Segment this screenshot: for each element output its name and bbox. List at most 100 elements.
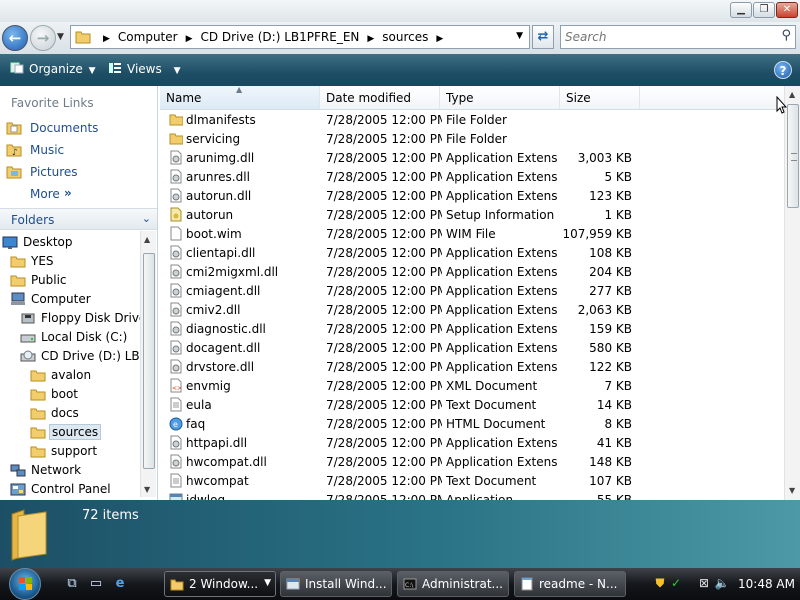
file-type: Application: [446, 493, 514, 500]
crumb-sources[interactable]: sources: [380, 30, 430, 44]
folders-header[interactable]: Folders ⌄: [0, 208, 157, 230]
table-row[interactable]: <> envmig 7/28/2005 12:00 PM XML Document 7 …: [160, 376, 784, 395]
table-row[interactable]: diagnostic.dll 7/28/2005 12:00 PM Applicat…: [160, 319, 784, 338]
folder-tree: Desktop YES Public Computer Floppy Disk …: [0, 231, 140, 497]
file-size: 41 KB: [596, 436, 632, 450]
dll-file-icon: [170, 340, 182, 355]
chevron-right-icon[interactable]: ▶: [180, 34, 199, 44]
svg-text:<>: <>: [172, 385, 182, 392]
table-row[interactable]: boot.wim 7/28/2005 12:00 PM WIM File 107,95…: [160, 224, 784, 243]
maximize-button[interactable]: ❐: [753, 2, 775, 18]
scroll-down-icon[interactable]: ▼: [789, 486, 795, 495]
help-button[interactable]: ?: [774, 61, 792, 79]
close-button[interactable]: ✕: [776, 2, 798, 18]
column-header-type[interactable]: Type: [440, 86, 560, 110]
favorite-music[interactable]: ♪ Music: [4, 140, 154, 160]
search-box[interactable]: ⚲: [560, 25, 796, 49]
column-header-name[interactable]: ▲ Name: [160, 86, 320, 110]
internet-explorer-icon[interactable]: e: [112, 576, 128, 592]
views-button[interactable]: Views ▼: [108, 62, 180, 76]
table-row[interactable]: autorun.dll 7/28/2005 12:00 PM Application…: [160, 186, 784, 205]
address-dropdown-icon[interactable]: ▼: [516, 31, 523, 41]
table-row[interactable]: hwcompat.dll 7/28/2005 12:00 PM Applicatio…: [160, 452, 784, 471]
notepad-icon: [521, 577, 533, 591]
chevron-right-icon[interactable]: ▶: [361, 34, 380, 44]
scroll-up-icon[interactable]: ▲: [144, 235, 150, 244]
table-row[interactable]: clientapi.dll 7/28/2005 12:00 PM Applicati…: [160, 243, 784, 262]
tree-label: avalon: [51, 368, 92, 382]
search-icon[interactable]: ⚲: [781, 28, 791, 43]
scroll-down-icon[interactable]: ▼: [144, 485, 150, 494]
taskbar-button-install[interactable]: Install Wind...: [280, 571, 392, 597]
clock[interactable]: 10:48 AM: [738, 577, 795, 591]
table-row[interactable]: servicing 7/28/2005 12:00 PM File Folder: [160, 129, 784, 148]
taskbar-button-administrator[interactable]: C:\ Administrat...: [397, 571, 509, 597]
switch-windows-icon[interactable]: ⧉: [64, 576, 80, 592]
start-button[interactable]: [9, 568, 41, 600]
table-row[interactable]: arunimg.dll 7/28/2005 12:00 PM Application…: [160, 148, 784, 167]
dll-file-icon: [170, 302, 182, 317]
file-size: 277 KB: [589, 284, 632, 298]
security-shield-icon[interactable]: ⛊: [652, 575, 668, 591]
taskbar-button-windows[interactable]: 2 Window... ▼: [164, 571, 276, 597]
file-list-scrollbar[interactable]: ▲ ▼: [784, 86, 800, 500]
table-row[interactable]: cmi2migxml.dll 7/28/2005 12:00 PM Applicat…: [160, 262, 784, 281]
search-input[interactable]: [565, 27, 765, 47]
scroll-thumb[interactable]: [787, 104, 799, 208]
chevron-right-icon[interactable]: ▶: [430, 34, 449, 44]
table-row[interactable]: dlmanifests 7/28/2005 12:00 PM File Folder: [160, 110, 784, 129]
scroll-up-icon[interactable]: ▲: [789, 90, 795, 99]
recent-pages-dropdown[interactable]: ▼: [57, 32, 64, 42]
window-icon: [286, 578, 300, 590]
table-row[interactable]: autorun 7/28/2005 12:00 PM Setup Informati…: [160, 205, 784, 224]
organize-button[interactable]: Organize ▼: [10, 62, 96, 76]
file-date-modified: 7/28/2005 12:00 PM: [326, 189, 442, 203]
file-date-modified: 7/28/2005 12:00 PM: [326, 132, 442, 146]
favorite-more[interactable]: More »: [4, 184, 154, 204]
address-bar[interactable]: ▶ Computer ▶ CD Drive (D:) LB1PFRE_EN ▶ sourc…: [70, 25, 530, 49]
column-header-date-modified[interactable]: Date modified: [320, 86, 440, 110]
network-status-icon[interactable]: ⊠: [696, 575, 712, 591]
table-row[interactable]: e faq 7/28/2005 12:00 PM HTML Document 8 KB: [160, 414, 784, 433]
volume-muted-icon[interactable]: 🔈: [714, 575, 730, 591]
show-desktop-icon[interactable]: ▭: [88, 576, 104, 592]
table-row[interactable]: httpapi.dll 7/28/2005 12:00 PM Application…: [160, 433, 784, 452]
file-date-modified: 7/28/2005 12:00 PM: [326, 417, 442, 431]
crumb-computer[interactable]: Computer: [116, 30, 180, 44]
chevron-right-icon[interactable]: ▶: [97, 34, 116, 44]
table-row[interactable]: arunres.dll 7/28/2005 12:00 PM Application…: [160, 167, 784, 186]
back-arrow-icon: ←: [8, 29, 22, 47]
scroll-thumb[interactable]: [143, 253, 155, 469]
checkmark-icon[interactable]: ✓: [668, 575, 684, 591]
minimize-button[interactable]: ▁: [730, 2, 752, 18]
table-row[interactable]: idwlog 7/28/2005 12:00 PM Application 55 KB: [160, 490, 784, 500]
file-type: Application Extens...: [446, 436, 558, 450]
chevron-down-icon: ⌄: [141, 212, 151, 225]
file-type: WIM File: [446, 227, 496, 241]
column-header-empty: [640, 86, 784, 110]
file-name: hwcompat.dll: [186, 455, 267, 469]
crumb-cd-drive[interactable]: CD Drive (D:) LB1PFRE_EN: [199, 30, 362, 44]
favorite-pictures[interactable]: Pictures: [4, 162, 154, 182]
refresh-button[interactable]: ⇄: [532, 25, 554, 49]
table-row[interactable]: cmiagent.dll 7/28/2005 12:00 PM Applicatio…: [160, 281, 784, 300]
tree-scrollbar[interactable]: ▲ ▼: [140, 231, 156, 497]
table-row[interactable]: eula 7/28/2005 12:00 PM Text Document 14 KB: [160, 395, 784, 414]
file-file-icon: [170, 226, 182, 241]
dll-file-icon: [170, 150, 182, 165]
table-row[interactable]: drvstore.dll 7/28/2005 12:00 PM Applicatio…: [160, 357, 784, 376]
table-row[interactable]: docagent.dll 7/28/2005 12:00 PM Applicatio…: [160, 338, 784, 357]
taskbar-button-readme[interactable]: readme - N...: [514, 571, 626, 597]
forward-button[interactable]: →: [30, 25, 56, 51]
table-row[interactable]: hwcompat 7/28/2005 12:00 PM Text Document 1…: [160, 471, 784, 490]
table-row[interactable]: cmiv2.dll 7/28/2005 12:00 PM Application E…: [160, 300, 784, 319]
column-header-size[interactable]: Size: [560, 86, 640, 110]
svg-text:e: e: [173, 420, 178, 429]
back-button[interactable]: ←: [2, 25, 28, 51]
file-date-modified: 7/28/2005 12:00 PM: [326, 322, 442, 336]
computer-icon: [11, 292, 25, 305]
favorite-documents[interactable]: Documents: [4, 118, 154, 138]
favorite-label: Documents: [30, 121, 99, 135]
file-name: servicing: [186, 132, 241, 146]
file-name: idwlog: [186, 493, 226, 500]
